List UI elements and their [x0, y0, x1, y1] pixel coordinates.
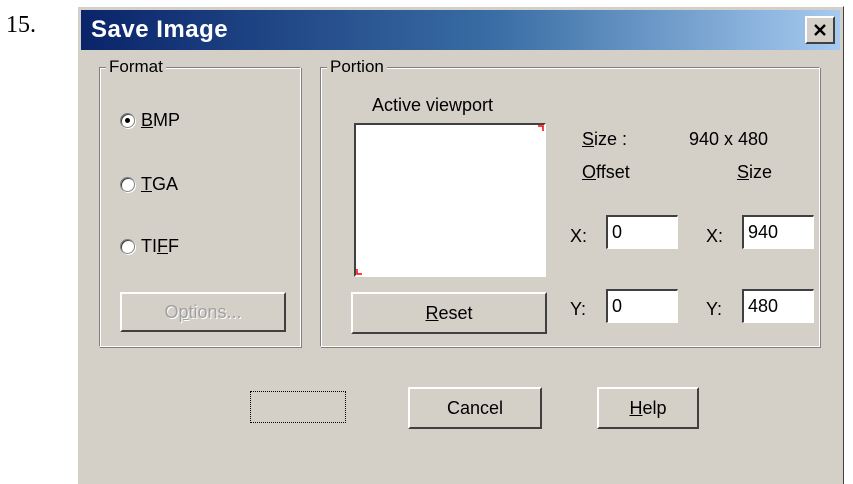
- reset-button[interactable]: Reset: [351, 292, 547, 334]
- viewport-top-right-marker: [538, 125, 544, 131]
- format-option-bmp[interactable]: BMP: [120, 110, 180, 131]
- viewport-label: Active viewport: [372, 95, 494, 115]
- portion-group-label: Portion: [327, 57, 387, 77]
- ok-button[interactable]: [250, 391, 346, 423]
- format-group-label: Format: [106, 57, 166, 77]
- offset-x-label: X:: [570, 226, 588, 246]
- format-option-tga[interactable]: TGA: [120, 174, 178, 195]
- offset-header: Offset: [582, 162, 630, 182]
- active-viewport-preview[interactable]: [354, 123, 546, 277]
- size-x-label: X:: [706, 226, 724, 246]
- offset-x-input[interactable]: 0: [606, 215, 678, 249]
- save-image-dialog: Save Image Format BMP TGA TIFF Options..…: [77, 6, 844, 484]
- step-number: 15.: [6, 12, 36, 38]
- size-value: 940 x 480: [689, 129, 769, 149]
- viewport-bottom-left-marker: [356, 269, 362, 275]
- title-bar[interactable]: Save Image: [81, 10, 840, 50]
- format-option-bmp-label: BMP: [141, 110, 181, 130]
- help-button-label: Help: [629, 397, 667, 418]
- format-option-tiff-label: TIFF: [141, 236, 179, 256]
- help-button[interactable]: Help: [597, 387, 699, 429]
- format-option-tga-label: TGA: [141, 174, 179, 194]
- cancel-button-label: Cancel: [446, 397, 504, 418]
- size-label: Size :: [582, 129, 628, 149]
- offset-y-label: Y:: [570, 299, 587, 319]
- options-button[interactable]: Options...: [120, 292, 286, 332]
- format-option-tiff[interactable]: TIFF: [120, 236, 179, 257]
- size-y-label: Y:: [706, 299, 723, 319]
- close-icon: [814, 24, 826, 36]
- close-button[interactable]: [805, 16, 835, 44]
- radio-unchecked-icon[interactable]: [120, 177, 135, 192]
- size-y-input[interactable]: 480: [742, 289, 814, 323]
- size-header: Size: [737, 162, 773, 182]
- format-group: Format BMP TGA TIFF Options...: [99, 57, 301, 347]
- dialog-title: Save Image: [91, 16, 229, 43]
- options-button-label: Options...: [164, 301, 242, 322]
- size-x-input[interactable]: 940: [742, 215, 814, 249]
- offset-y-input[interactable]: 0: [606, 289, 678, 323]
- radio-unchecked-icon[interactable]: [120, 239, 135, 254]
- cancel-button[interactable]: Cancel: [408, 387, 542, 429]
- reset-button-label: Reset: [425, 302, 473, 323]
- radio-checked-icon[interactable]: [120, 113, 135, 128]
